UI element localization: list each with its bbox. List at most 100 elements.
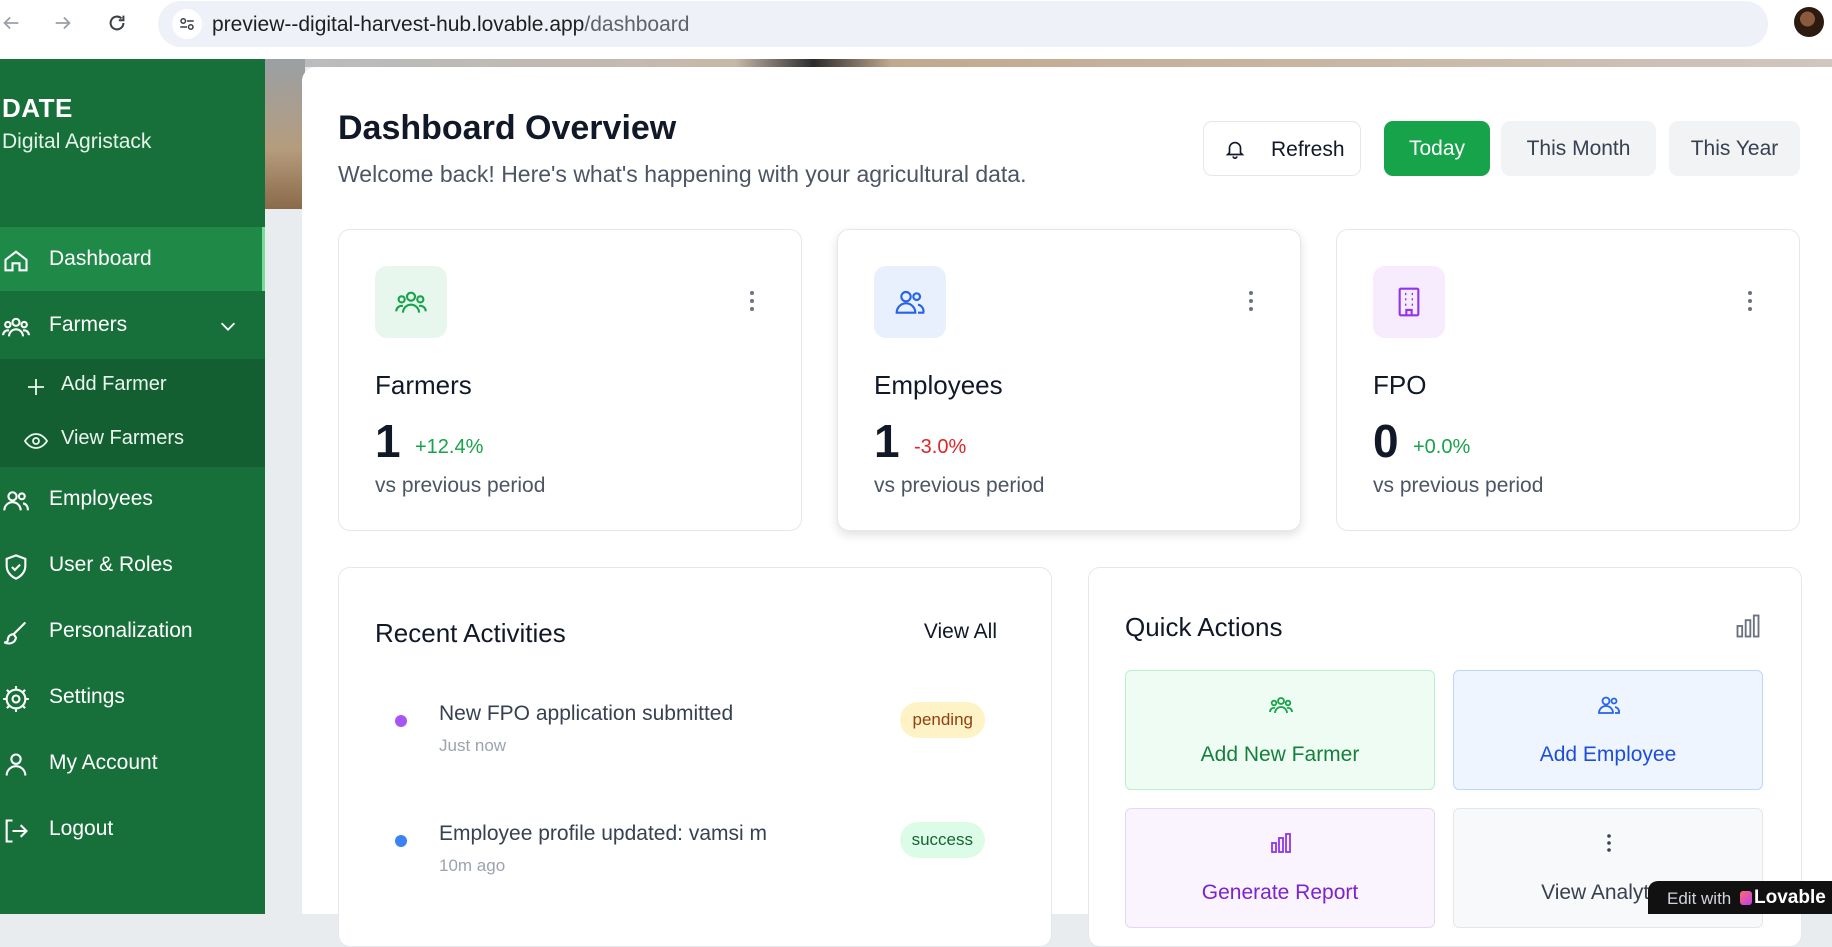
sidebar-item-personalization[interactable]: Personalization [0,599,265,663]
edit-with-lovable-badge[interactable]: Edit with Lovable [1648,881,1832,914]
activity-time: Just now [439,736,507,755]
stat-change: +0.0% [1413,436,1471,458]
recent-activities-title: Recent Activities [375,618,566,648]
more-options-icon [1607,834,1611,852]
quick-action-label: Generate Report [1201,881,1359,904]
recent-activities-panel: Recent Activities View All New FPO appli… [338,567,1052,947]
profile-avatar[interactable] [1794,7,1824,37]
activity-item[interactable]: Employee profile updated: vamsi m 10m ag… [379,820,989,900]
sidebar-subitem-view-farmers[interactable]: View Farmers [0,413,265,467]
sidebar-item-label: Farmers [49,313,128,336]
generate-report-button[interactable]: Generate Report [1125,808,1435,928]
sidebar-item-label: My Account [49,751,158,774]
stat-title: Employees [874,370,1003,400]
stat-change: +12.4% [415,436,484,458]
sidebar-item-dashboard[interactable]: Dashboard [0,227,265,291]
user-group-icon [874,266,946,338]
gear-icon [3,686,29,712]
reload-icon[interactable] [102,8,132,38]
eye-icon [24,433,48,449]
stat-card-farmers[interactable]: Farmers 1 +12.4% vs previous period [338,229,802,531]
quick-action-label: Add Employee [1539,743,1677,766]
home-icon [4,250,28,272]
stat-value: 1 [874,415,900,467]
more-options-icon[interactable] [1747,290,1753,312]
bell-icon [1225,141,1245,159]
bar-chart-icon[interactable] [1734,612,1762,640]
quick-actions-title: Quick Actions [1125,612,1283,642]
stat-card-fpo[interactable]: FPO 0 +0.0% vs previous period [1336,229,1800,531]
building-icon [1373,266,1445,338]
sidebar-item-my-account[interactable]: My Account [0,731,265,795]
sidebar-item-farmers[interactable]: Farmers [0,293,265,357]
brand-title: DATE [2,93,73,123]
brand-subtitle: Digital Agristack [2,130,152,153]
sidebar-item-logout[interactable]: Logout [0,797,265,861]
activity-item[interactable]: New FPO application submitted Just now p… [379,700,989,780]
period-year-button[interactable]: This Year [1669,121,1800,176]
logout-icon [5,819,28,843]
badge-brand: Lovable [1754,887,1826,908]
background-image [265,59,1832,67]
more-options-icon[interactable] [749,290,755,312]
back-icon[interactable] [0,8,26,38]
activity-time: 10m ago [439,856,506,875]
sidebar-item-label: Logout [49,817,114,840]
stat-value: 1 [375,415,401,467]
sidebar-item-user-roles[interactable]: User & Roles [0,533,265,597]
stat-title: FPO [1373,370,1427,400]
sidebar-item-label: Personalization [49,619,193,642]
quick-action-label: Add New Farmer [1200,743,1360,766]
sidebar-item-label: Dashboard [49,247,152,270]
browser-toolbar: preview--digital-harvest-hub.lovable.app… [0,0,1832,59]
stat-value: 0 [1373,415,1399,467]
activity-message: New FPO application submitted [439,702,734,725]
refresh-button[interactable]: Refresh [1203,121,1361,176]
sidebar: DATE Digital Agristack Dashboard Farmers… [0,59,265,914]
site-info-icon[interactable] [172,9,202,39]
chevron-down-icon[interactable] [217,315,239,337]
period-today-button[interactable]: Today [1384,121,1490,176]
view-all-link[interactable]: View All [924,620,997,644]
sidebar-subitem-label: View Farmers [61,427,184,449]
sidebar-subitem-label: Add Farmer [61,373,167,395]
stat-card-employees[interactable]: Employees 1 -3.0% vs previous period [837,229,1301,531]
status-badge: success [899,822,985,858]
sidebar-item-label: User & Roles [49,553,173,576]
badge-prefix: Edit with [1667,889,1732,908]
activity-message: Employee profile updated: vamsi m [439,822,767,845]
user-group-icon [1598,696,1620,714]
sidebar-item-employees[interactable]: Employees [0,467,265,531]
brush-icon [3,621,27,645]
sidebar-item-settings[interactable]: Settings [0,665,265,729]
activity-status-dot [395,835,407,847]
page-title: Dashboard Overview [338,109,677,147]
activity-status-dot [395,715,407,727]
bar-chart-icon [1271,833,1291,853]
stat-title: Farmers [375,370,472,400]
refresh-label: Refresh [1271,138,1345,161]
sidebar-item-label: Employees [49,487,153,510]
status-badge: pending [900,702,985,738]
stat-change: -3.0% [914,436,967,458]
background-image-strip [265,59,305,209]
sidebar-item-label: Settings [49,685,125,708]
main-content: Dashboard Overview Welcome back! Here's … [302,67,1832,947]
add-new-farmer-button[interactable]: Add New Farmer [1125,670,1435,790]
page-subtitle: Welcome back! Here's what's happening wi… [338,161,1027,187]
shield-icon [5,554,27,580]
url-text[interactable]: preview--digital-harvest-hub.lovable.app… [212,13,689,37]
more-options-icon[interactable] [1248,290,1254,312]
plus-icon [28,379,44,395]
forward-icon[interactable] [48,8,78,38]
user-icon [5,753,27,776]
stat-comparison: vs previous period [874,474,1045,497]
add-employee-button[interactable]: Add Employee [1453,670,1763,790]
sidebar-subitem-add-farmer[interactable]: Add Farmer [0,359,265,413]
user-group-icon [3,491,29,511]
period-month-button[interactable]: This Month [1501,121,1656,176]
stat-comparison: vs previous period [1373,474,1544,497]
users-icon [1269,697,1293,714]
address-bar[interactable]: preview--digital-harvest-hub.lovable.app… [158,1,1768,47]
users-icon [2,317,30,337]
